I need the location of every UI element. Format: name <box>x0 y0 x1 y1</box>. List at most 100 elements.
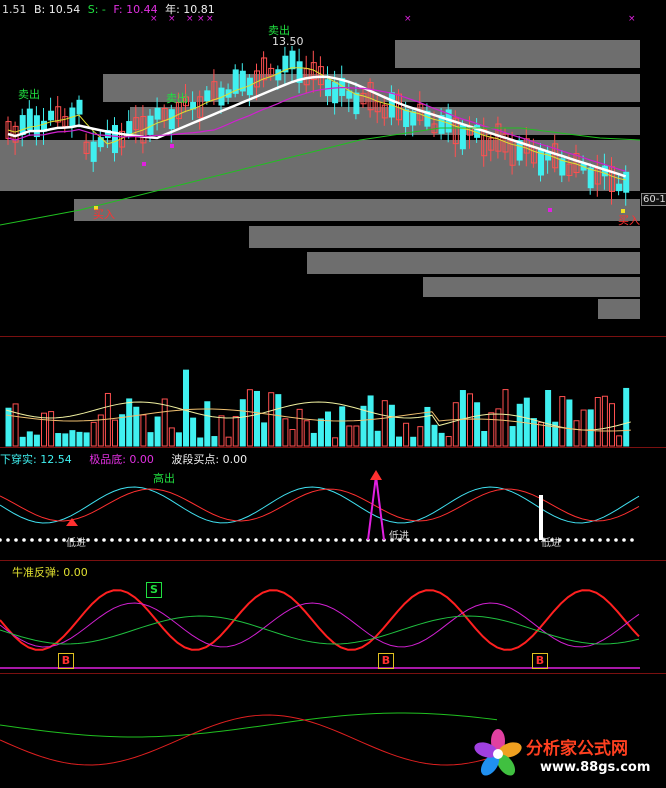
baseline-dot <box>446 538 450 542</box>
volume-bar <box>559 396 566 447</box>
volume-bar <box>325 411 331 447</box>
baseline-dot <box>94 538 98 542</box>
baseline-dot <box>486 538 490 542</box>
baseline-dot <box>494 538 498 542</box>
b-marker-2: B <box>378 653 394 669</box>
volume-bar <box>587 409 594 447</box>
candle-body <box>325 79 331 97</box>
volume-bar <box>403 422 410 447</box>
baseline-dot <box>358 538 362 542</box>
baseline-dot <box>438 538 442 542</box>
volume-bar <box>90 421 97 447</box>
sell-label-1: 卖出 <box>18 88 40 101</box>
volume-bar <box>332 437 339 447</box>
baseline-dot <box>294 538 298 542</box>
baseline-dot <box>502 538 506 542</box>
volume-bar <box>516 403 523 447</box>
volume-bar <box>168 427 175 447</box>
volume-profile-bar <box>395 40 640 68</box>
baseline-dot <box>622 538 626 542</box>
baseline-dot <box>270 538 274 542</box>
volume-bar <box>218 415 225 447</box>
b-marker-3: B <box>532 653 548 669</box>
baseline-dot <box>262 538 266 542</box>
volume-bar <box>410 436 417 447</box>
baseline-dot <box>478 538 482 542</box>
baseline-dot <box>174 538 178 542</box>
volume-profile-bar <box>423 277 640 297</box>
baseline-dot <box>302 538 306 542</box>
baseline-dot <box>326 538 330 542</box>
ind1-bottom-label: 极品底: 0.00 <box>89 453 154 466</box>
volume-bar <box>438 432 445 447</box>
baseline-dot <box>278 538 282 542</box>
baseline-dot <box>470 538 474 542</box>
baseline-dot <box>286 538 290 542</box>
volume-bar <box>360 405 367 447</box>
candle-body <box>154 107 161 120</box>
volume-bar <box>119 414 126 447</box>
ind1-red-line <box>0 488 640 522</box>
volume-bar <box>367 395 374 447</box>
volume-bar <box>502 389 509 447</box>
buy-in-label-2: 低进 <box>389 531 409 542</box>
volume-bar <box>225 436 232 447</box>
candle-body <box>332 81 339 104</box>
watermark-logo: 分析家公式网 www.88gs.com <box>470 724 660 784</box>
buy-in-label-3: 低进 <box>541 538 561 549</box>
baseline-dot <box>198 538 202 542</box>
volume-bar <box>268 392 275 447</box>
volume-bar <box>261 422 268 447</box>
volume-bar <box>452 402 459 447</box>
baseline-dot <box>318 538 322 542</box>
ind1-cross-label: 下穿实: 12.54 <box>0 453 72 466</box>
baseline-dot <box>134 538 138 542</box>
baseline-dot <box>574 538 578 542</box>
volume-bar <box>83 432 90 447</box>
buy-label-1: 买入 <box>93 208 115 221</box>
candle-body <box>353 92 360 115</box>
volume-bar <box>417 426 424 447</box>
b-marker-1: B <box>58 653 74 669</box>
baseline-dot <box>342 538 346 542</box>
candle-body <box>410 111 417 126</box>
baseline-dot <box>110 538 114 542</box>
volume-bar <box>481 431 488 447</box>
s-marker: S <box>146 582 162 598</box>
volume-bar <box>190 417 197 447</box>
volume-bar <box>211 436 218 447</box>
baseline-dot <box>614 538 618 542</box>
baseline-dot <box>6 538 10 542</box>
baseline-dot <box>22 538 26 542</box>
volume-bar <box>26 431 33 447</box>
volume-bar <box>396 436 402 447</box>
volume-bar <box>154 416 161 447</box>
volume-bar <box>601 395 608 447</box>
x-marker-icon: × <box>197 14 205 24</box>
volume-bar <box>254 390 260 447</box>
volume-bar <box>112 419 118 447</box>
baseline-dot <box>310 538 314 542</box>
baseline-dot <box>462 538 466 542</box>
volume-bar <box>147 432 154 447</box>
candle-body <box>90 141 97 162</box>
panel-divider-ind2 <box>0 673 666 674</box>
volume-bar <box>317 418 324 447</box>
x-marker-icon: × <box>404 14 412 24</box>
volume-bar <box>69 430 76 447</box>
candle-body <box>616 183 623 192</box>
candle-body <box>204 90 211 102</box>
volume-bar <box>538 421 544 447</box>
baseline-dot <box>214 538 218 542</box>
up-arrow-icon <box>370 470 382 480</box>
volume-bar <box>55 433 62 447</box>
watermark-url: www.88gs.com <box>540 760 651 775</box>
stock-chart-canvas[interactable]: × × × × × × × <box>0 0 666 788</box>
volume-bar <box>353 425 360 447</box>
baseline-dot <box>150 538 154 542</box>
baseline-dot <box>510 538 514 542</box>
baseline-dot <box>182 538 186 542</box>
baseline-dot <box>38 538 42 542</box>
volume-profile-bar <box>74 199 640 221</box>
volume-bar <box>580 409 587 447</box>
